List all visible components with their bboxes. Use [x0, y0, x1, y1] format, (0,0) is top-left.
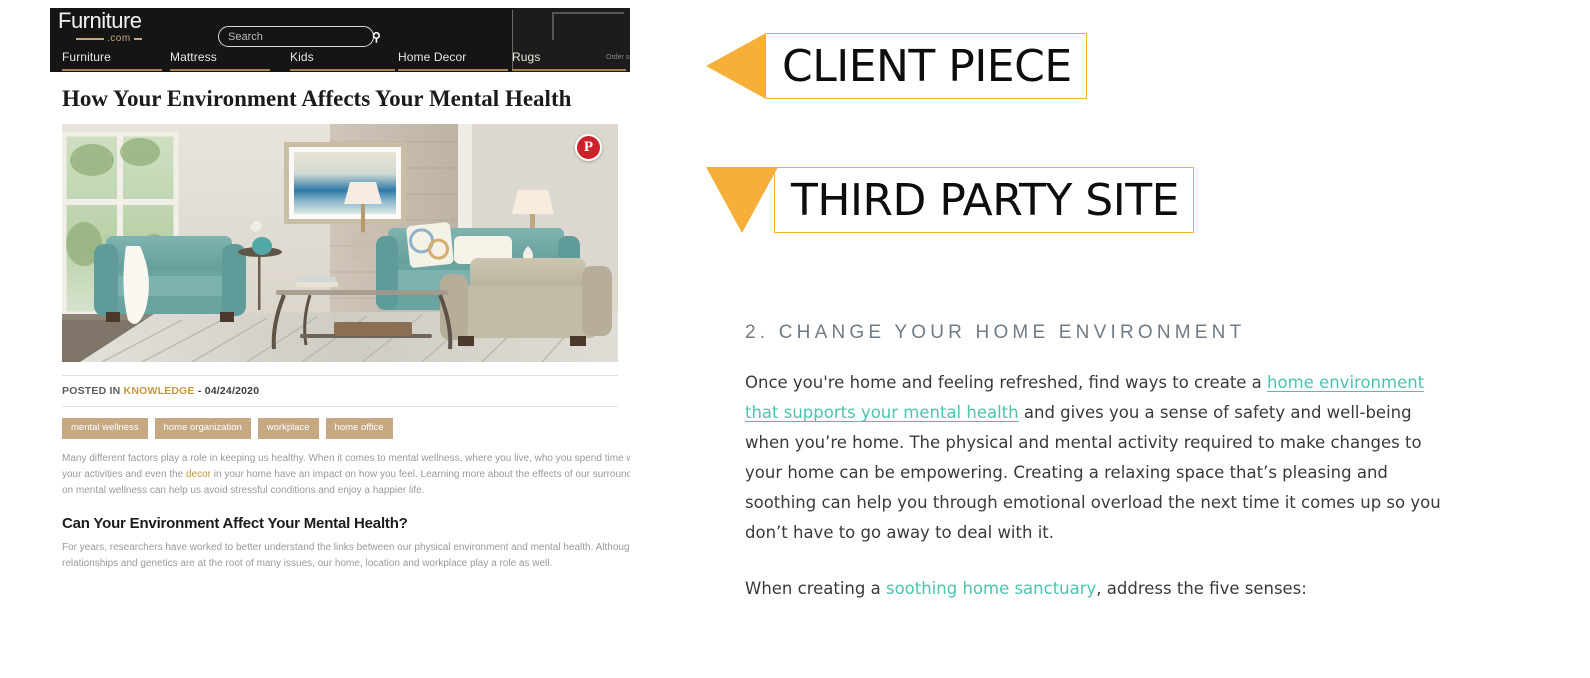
nav-item-underline — [290, 69, 395, 71]
post-date: 04/24/2020 — [204, 385, 260, 397]
nav-item-kids-label: Kids — [290, 50, 314, 64]
nav-item-kids[interactable]: Kids — [290, 50, 395, 71]
article-subsection-paragraph: For years, researchers have worked to be… — [62, 541, 630, 569]
meta-separator: - — [194, 385, 205, 397]
paragraph1-before-link: Once you're home and feeling refreshed, … — [745, 373, 1268, 392]
navbar-promo-image — [552, 12, 624, 40]
article-headline: How Your Environment Affects Your Mental… — [62, 86, 572, 111]
site-navbar: Furniture .com ⚲ Furniture Mattress — [50, 8, 630, 72]
meta-divider-bottom — [62, 406, 618, 407]
document-paragraph-1: Once you're home and feeling refreshed, … — [745, 368, 1461, 548]
tag-chip[interactable]: home office — [325, 418, 393, 439]
arrow-down-icon — [706, 167, 778, 233]
category-link[interactable]: KNOWLEDGE — [124, 385, 195, 397]
site-logo[interactable]: Furniture .com — [58, 8, 178, 45]
nav-item-underline — [62, 69, 162, 71]
paragraph2-before-link: When creating a — [745, 579, 886, 598]
tag-chip[interactable]: home organization — [154, 418, 251, 439]
logo-rule-left — [76, 37, 104, 40]
logo-dotcom: .com — [107, 33, 131, 44]
pinterest-save-icon[interactable]: P — [575, 134, 602, 161]
nav-item-underline — [170, 69, 270, 71]
logo-wordmark: Furniture — [58, 8, 142, 33]
nav-item-home-decor-label: Home Decor — [398, 50, 467, 64]
paragraph2-after-link: , address the five senses: — [1096, 579, 1307, 598]
paragraph1-after-link: and gives you a sense of safety and well… — [745, 403, 1441, 542]
article-intro-paragraph: Many different factors play a role in ke… — [62, 451, 630, 499]
article-hero-image: P — [62, 124, 618, 362]
search-box[interactable]: ⚲ — [218, 26, 381, 47]
nav-item-rugs-label: Rugs — [512, 50, 541, 64]
article-subheading: Can Your Environment Affect Your Mental … — [62, 514, 408, 532]
search-icon[interactable]: ⚲ — [372, 30, 381, 44]
document-paragraph-2: When creating a soothing home sanctuary,… — [745, 574, 1461, 604]
posted-in-label: POSTED IN — [62, 385, 121, 397]
page-root: Furniture .com ⚲ Furniture Mattress — [0, 0, 1590, 678]
nav-item-underline — [512, 69, 626, 71]
soothing-home-sanctuary-link[interactable]: soothing home sanctuary — [886, 579, 1096, 598]
decor-link[interactable]: decor — [186, 469, 211, 480]
logo-subline: .com — [58, 33, 178, 44]
nav-item-mattress[interactable]: Mattress — [170, 50, 270, 71]
nav-item-furniture[interactable]: Furniture — [62, 50, 162, 71]
nav-item-underline — [398, 69, 508, 71]
client-piece-callout: CLIENT PIECE — [706, 33, 1087, 99]
nav-item-furniture-label: Furniture — [62, 50, 111, 64]
living-room-illustration — [62, 124, 618, 362]
navbar-promo-text: Order select item — [606, 54, 630, 61]
third-party-site-callout: THIRD PARTY SITE — [706, 167, 1194, 233]
navbar-links: Furniture Mattress Kids Home Decor Rugs — [50, 50, 630, 72]
tag-chip[interactable]: workplace — [257, 418, 319, 439]
article-meta: POSTED IN KNOWLEDGE - 04/24/2020 — [62, 385, 618, 397]
nav-item-mattress-label: Mattress — [170, 50, 217, 64]
client-article-screenshot: Furniture .com ⚲ Furniture Mattress — [50, 8, 630, 620]
logo-rule-right — [133, 37, 142, 40]
meta-divider-top — [62, 375, 618, 376]
client-piece-label: CLIENT PIECE — [765, 33, 1087, 99]
search-input[interactable] — [219, 29, 372, 44]
nav-item-home-decor[interactable]: Home Decor — [398, 50, 508, 71]
third-party-article-content: 2. CHANGE YOUR HOME ENVIRONMENT Once you… — [745, 322, 1465, 621]
third-party-site-label: THIRD PARTY SITE — [774, 167, 1194, 233]
arrow-left-icon — [706, 33, 766, 99]
tag-list: mental wellness home organization workpl… — [62, 418, 618, 439]
section-heading: 2. CHANGE YOUR HOME ENVIRONMENT — [745, 322, 1246, 343]
tag-chip[interactable]: mental wellness — [62, 418, 148, 439]
